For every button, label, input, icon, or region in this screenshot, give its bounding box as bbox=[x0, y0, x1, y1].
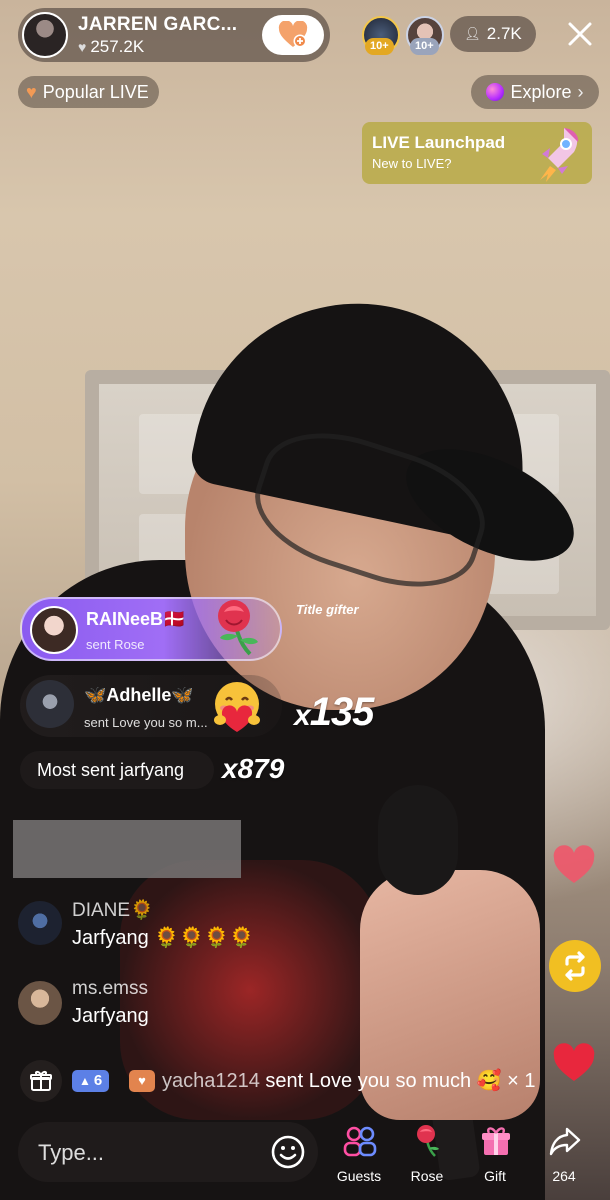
rose-icon bbox=[417, 1125, 439, 1157]
most-sent-label: Most sent jarfyang bbox=[20, 751, 214, 789]
commenter-name: ms.emss bbox=[72, 978, 148, 999]
top-viewer-badge: 10+ bbox=[365, 38, 394, 55]
gift-action: sent Rose bbox=[86, 637, 145, 652]
planet-icon bbox=[486, 83, 505, 101]
rose-button[interactable]: Rose bbox=[399, 1122, 455, 1186]
share-button[interactable]: 264 bbox=[536, 1122, 592, 1186]
gifter-name: 🦋Adhelle🦋 bbox=[84, 685, 194, 705]
level-icon: ▲ bbox=[79, 1074, 91, 1088]
person-icon: 👤︎ bbox=[464, 26, 481, 41]
gift-ticker: yacha1214 sent Love you so much 🥰 × 1 bbox=[162, 1068, 535, 1093]
explore-label: Explore bbox=[510, 81, 572, 102]
gifter-avatar[interactable] bbox=[30, 606, 78, 654]
rose-label: Rose bbox=[410, 1168, 444, 1184]
gift-icon bbox=[482, 1127, 510, 1155]
gifter-name: RAINeeB🇩🇰 bbox=[86, 609, 186, 629]
guests-icon bbox=[343, 1126, 377, 1157]
close-icon bbox=[568, 22, 592, 46]
viewer-count-button[interactable]: 👤︎ 2.7K bbox=[450, 16, 536, 52]
repost-button[interactable] bbox=[549, 940, 601, 992]
close-button[interactable] bbox=[560, 14, 600, 54]
ticker-message: sent Love you so much 🥰 × 1 bbox=[259, 1070, 536, 1092]
host-likes-count: 257.2K bbox=[90, 36, 145, 56]
heart-icon bbox=[553, 845, 595, 883]
commenter-avatar[interactable] bbox=[18, 981, 62, 1025]
repost-icon bbox=[565, 951, 585, 981]
rose-gift-icon bbox=[218, 600, 258, 656]
host-name: JARREN GARC... bbox=[78, 13, 238, 35]
comment-text: Jarfyang 🌻🌻🌻🌻 bbox=[72, 927, 254, 949]
gift-box-icon bbox=[30, 1071, 52, 1091]
viewer-count: 2.7K bbox=[486, 24, 522, 43]
title-gifter-label: Title gifter bbox=[296, 602, 359, 617]
host-avatar[interactable] bbox=[22, 12, 68, 58]
comment-placeholder: Type... bbox=[38, 1140, 105, 1165]
heart-icon: ♥ bbox=[78, 38, 87, 55]
gift-combo-count: x135 bbox=[294, 690, 374, 734]
host-likes: ♥ 257.2K bbox=[78, 37, 262, 57]
guests-label: Guests bbox=[336, 1168, 382, 1184]
most-sent-count: x879 bbox=[222, 753, 285, 784]
redacted-area bbox=[13, 820, 241, 878]
emoji-icon[interactable] bbox=[270, 1134, 306, 1170]
fan-badge: ♥ bbox=[129, 1070, 155, 1092]
gift-label: Gift bbox=[484, 1168, 506, 1184]
comment-text: Jarfyang bbox=[72, 1005, 149, 1027]
ticker-username: yacha1214 bbox=[162, 1070, 260, 1092]
guests-button[interactable]: Guests bbox=[331, 1122, 387, 1186]
commenter-name: DIANE🌻 bbox=[72, 900, 154, 921]
commenter-avatar[interactable] bbox=[18, 901, 62, 945]
follow-button[interactable] bbox=[262, 15, 324, 55]
popular-live-button[interactable]: ♥ Popular LIVE bbox=[18, 76, 159, 108]
level-badge: ▲ 6 bbox=[72, 1070, 110, 1092]
host-info[interactable]: JARREN GARC... ♥ 257.2K bbox=[18, 8, 330, 62]
gift-button[interactable]: Gift bbox=[467, 1122, 523, 1186]
top-viewer-badge: 10+ bbox=[410, 38, 439, 55]
gift-action: sent Love you so m... bbox=[84, 715, 208, 730]
love-you-gift-icon bbox=[214, 682, 260, 732]
rocket-icon bbox=[540, 128, 579, 182]
chevron-right-icon: › bbox=[577, 81, 584, 102]
live-launchpad-card[interactable]: LIVE Launchpad New to LIVE? bbox=[362, 122, 592, 184]
share-icon bbox=[549, 1127, 581, 1156]
heart-icon bbox=[553, 1043, 595, 1081]
comment-input[interactable]: Type... bbox=[18, 1122, 318, 1182]
gifter-avatar[interactable] bbox=[26, 680, 74, 728]
heart-plus-icon bbox=[278, 20, 308, 49]
share-count: 264 bbox=[552, 1168, 576, 1184]
popular-live-label: Popular LIVE bbox=[42, 81, 149, 102]
explore-button[interactable]: Explore › bbox=[471, 75, 599, 109]
microphone bbox=[378, 785, 458, 895]
gift-box-button[interactable] bbox=[20, 1060, 62, 1102]
heart-icon: ♥ bbox=[26, 81, 37, 102]
